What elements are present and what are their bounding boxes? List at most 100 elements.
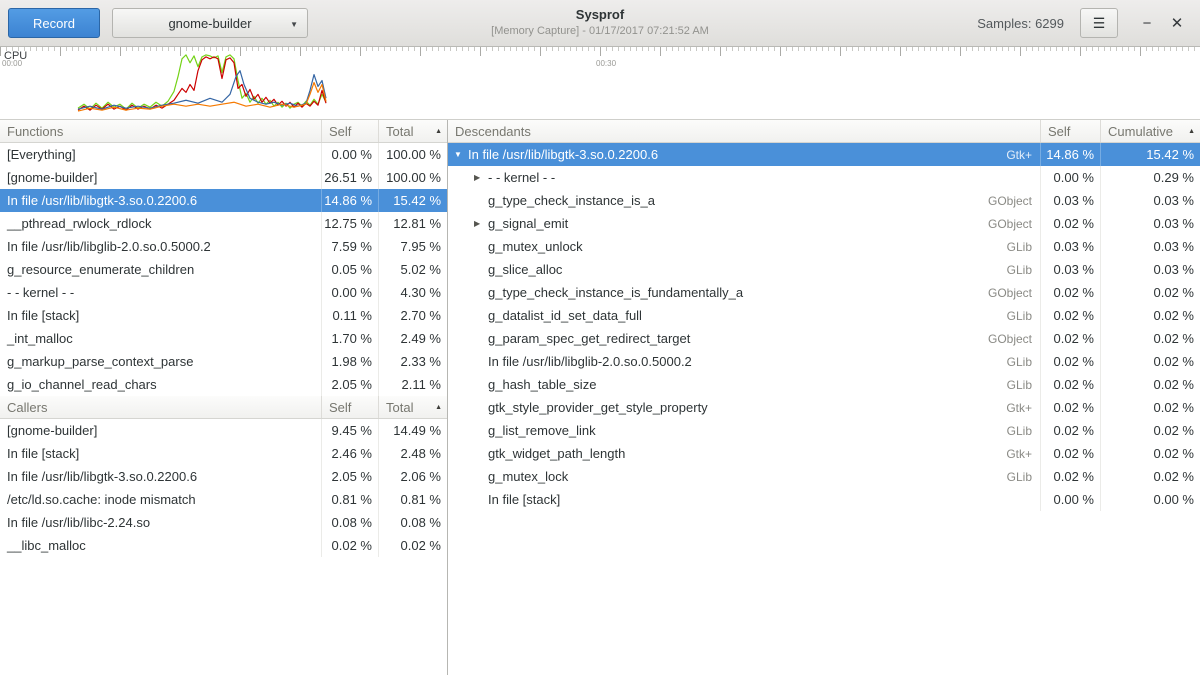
- category-label: Gtk+: [950, 396, 1040, 419]
- table-row[interactable]: g_datalist_id_set_data_fullGLib0.02 %0.0…: [448, 304, 1200, 327]
- expander-closed-icon[interactable]: ▶: [474, 173, 488, 182]
- table-row[interactable]: In file [stack]0.11 %2.70 %: [0, 304, 447, 327]
- table-row[interactable]: [Everything]0.00 %100.00 %: [0, 143, 447, 166]
- total-percent: 5.02 %: [378, 258, 447, 281]
- table-row[interactable]: g_mutex_unlockGLib0.03 %0.03 %: [448, 235, 1200, 258]
- total-percent: 2.49 %: [378, 327, 447, 350]
- table-row[interactable]: g_mutex_lockGLib0.02 %0.02 %: [448, 465, 1200, 488]
- window-title: Sysprof: [491, 7, 709, 24]
- descendant-name: g_datalist_id_set_data_full: [488, 308, 642, 323]
- descendant-name: g_mutex_unlock: [488, 239, 583, 254]
- cumulative-percent: 0.29 %: [1100, 166, 1200, 189]
- table-row[interactable]: _int_malloc1.70 %2.49 %: [0, 327, 447, 350]
- descendant-name: In file /usr/lib/libglib-2.0.so.0.5000.2: [488, 354, 692, 369]
- self-percent: 26.51 %: [321, 166, 378, 189]
- cpu-timeline[interactable]: CPU 00:00 00:30: [0, 47, 1200, 120]
- function-name: /etc/ld.so.cache: inode mismatch: [0, 488, 321, 511]
- function-name: __pthread_rwlock_rdlock: [0, 212, 321, 235]
- column-header-callers[interactable]: Callers: [0, 396, 321, 418]
- column-header-total[interactable]: Total ▲: [378, 396, 447, 418]
- table-row[interactable]: In file /usr/lib/libc-2.24.so0.08 %0.08 …: [0, 511, 447, 534]
- function-name: __libc_malloc: [0, 534, 321, 557]
- sort-indicator-icon: ▲: [435, 404, 442, 411]
- table-row[interactable]: In file /usr/lib/libglib-2.0.so.0.5000.2…: [0, 235, 447, 258]
- table-row[interactable]: In file /usr/lib/libgtk-3.so.0.2200.614.…: [0, 189, 447, 212]
- table-row[interactable]: /etc/ld.so.cache: inode mismatch0.81 %0.…: [0, 488, 447, 511]
- menu-button[interactable]: ☰: [1080, 8, 1118, 38]
- descendant-name-cell: g_type_check_instance_is_fundamentally_a: [448, 281, 950, 304]
- column-header-total[interactable]: Total ▲: [378, 120, 447, 142]
- table-row[interactable]: g_type_check_instance_is_fundamentally_a…: [448, 281, 1200, 304]
- expander-closed-icon[interactable]: ▶: [474, 219, 488, 228]
- descendant-name-cell: gtk_style_provider_get_style_property: [448, 396, 950, 419]
- function-name: [gnome-builder]: [0, 166, 321, 189]
- table-row[interactable]: g_resource_enumerate_children0.05 %5.02 …: [0, 258, 447, 281]
- function-name: _int_malloc: [0, 327, 321, 350]
- table-row[interactable]: __libc_malloc0.02 %0.02 %: [0, 534, 447, 557]
- minimize-button[interactable]: −: [1132, 8, 1162, 38]
- category-label: GLib: [950, 373, 1040, 396]
- cumulative-percent: 0.02 %: [1100, 350, 1200, 373]
- headerbar-right: Samples: 6299 ☰ − ✕: [977, 8, 1192, 38]
- table-row[interactable]: In file [stack]2.46 %2.48 %: [0, 442, 447, 465]
- column-header-self[interactable]: Self: [321, 120, 378, 142]
- self-percent: 0.00 %: [1040, 166, 1100, 189]
- table-row[interactable]: ▶g_signal_emitGObject0.02 %0.03 %: [448, 212, 1200, 235]
- table-row[interactable]: gtk_widget_path_lengthGtk+0.02 %0.02 %: [448, 442, 1200, 465]
- total-percent: 0.02 %: [378, 534, 447, 557]
- table-row[interactable]: ▼In file /usr/lib/libgtk-3.so.0.2200.6Gt…: [448, 143, 1200, 166]
- expander-open-icon[interactable]: ▼: [454, 150, 468, 159]
- table-row[interactable]: g_markup_parse_context_parse1.98 %2.33 %: [0, 350, 447, 373]
- close-button[interactable]: ✕: [1162, 8, 1192, 38]
- cumulative-percent: 0.02 %: [1100, 373, 1200, 396]
- total-percent: 4.30 %: [378, 281, 447, 304]
- category-label: Gtk+: [950, 442, 1040, 465]
- table-row[interactable]: In file /usr/lib/libgtk-3.so.0.2200.62.0…: [0, 465, 447, 488]
- self-percent: 2.05 %: [321, 465, 378, 488]
- self-percent: 1.98 %: [321, 350, 378, 373]
- column-header-descendants[interactable]: Descendants: [448, 120, 1040, 142]
- table-row[interactable]: ▶- - kernel - -0.00 %0.29 %: [448, 166, 1200, 189]
- process-selector-dropdown[interactable]: gnome-builder ▼: [112, 8, 308, 38]
- cumulative-percent: 0.03 %: [1100, 212, 1200, 235]
- total-percent: 15.42 %: [378, 189, 447, 212]
- column-header-cumulative[interactable]: Cumulative ▲: [1100, 120, 1200, 142]
- descendants-table-header: Descendants Self Cumulative ▲: [448, 120, 1200, 143]
- table-row[interactable]: g_slice_allocGLib0.03 %0.03 %: [448, 258, 1200, 281]
- table-row[interactable]: In file /usr/lib/libglib-2.0.so.0.5000.2…: [448, 350, 1200, 373]
- table-row[interactable]: In file [stack]0.00 %0.00 %: [448, 488, 1200, 511]
- table-row[interactable]: g_type_check_instance_is_aGObject0.03 %0…: [448, 189, 1200, 212]
- table-row[interactable]: [gnome-builder]9.45 %14.49 %: [0, 419, 447, 442]
- total-percent: 7.95 %: [378, 235, 447, 258]
- table-row[interactable]: gtk_style_provider_get_style_propertyGtk…: [448, 396, 1200, 419]
- self-percent: 14.86 %: [321, 189, 378, 212]
- column-header-self[interactable]: Self: [321, 396, 378, 418]
- function-name: In file /usr/lib/libgtk-3.so.0.2200.6: [0, 465, 321, 488]
- table-row[interactable]: g_list_remove_linkGLib0.02 %0.02 %: [448, 419, 1200, 442]
- category-label: Gtk+: [950, 143, 1040, 166]
- descendant-name-cell: g_slice_alloc: [448, 258, 950, 281]
- cumulative-percent: 0.02 %: [1100, 465, 1200, 488]
- column-header-self[interactable]: Self: [1040, 120, 1100, 142]
- table-row[interactable]: g_io_channel_read_chars2.05 %2.11 %: [0, 373, 447, 396]
- function-name: In file /usr/lib/libc-2.24.so: [0, 511, 321, 534]
- sysprof-window: Record gnome-builder ▼ Sysprof [Memory C…: [0, 0, 1200, 675]
- table-row[interactable]: [gnome-builder]26.51 %100.00 %: [0, 166, 447, 189]
- column-header-functions[interactable]: Functions: [0, 120, 321, 142]
- self-percent: 0.02 %: [1040, 212, 1100, 235]
- self-percent: 1.70 %: [321, 327, 378, 350]
- left-panel: Functions Self Total ▲ [Everything]0.00 …: [0, 120, 448, 675]
- cpu-blue-line: [78, 71, 326, 109]
- table-row[interactable]: g_hash_table_sizeGLib0.02 %0.02 %: [448, 373, 1200, 396]
- table-row[interactable]: g_param_spec_get_redirect_targetGObject0…: [448, 327, 1200, 350]
- main-area: Functions Self Total ▲ [Everything]0.00 …: [0, 120, 1200, 675]
- function-name: - - kernel - -: [0, 281, 321, 304]
- record-button[interactable]: Record: [8, 8, 100, 38]
- self-percent: 0.11 %: [321, 304, 378, 327]
- table-row[interactable]: - - kernel - -0.00 %4.30 %: [0, 281, 447, 304]
- cumulative-percent: 0.02 %: [1100, 419, 1200, 442]
- total-percent: 14.49 %: [378, 419, 447, 442]
- category-label: GLib: [950, 258, 1040, 281]
- table-row[interactable]: __pthread_rwlock_rdlock12.75 %12.81 %: [0, 212, 447, 235]
- descendant-name: g_type_check_instance_is_a: [488, 193, 655, 208]
